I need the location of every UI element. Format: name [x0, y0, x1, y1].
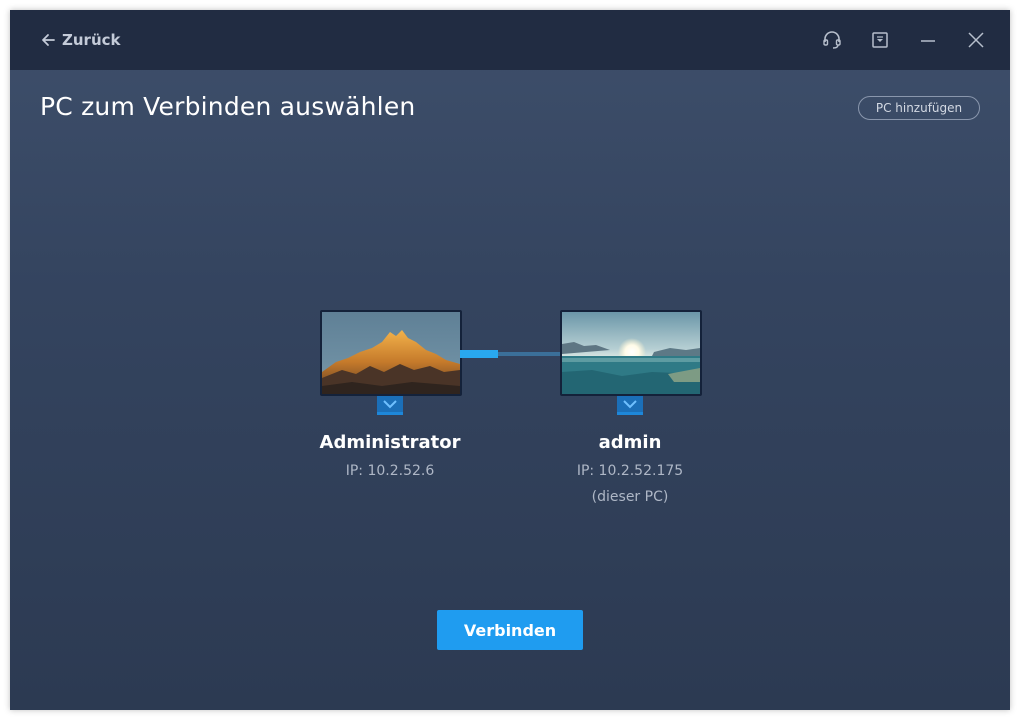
mountain-peak-image: [322, 312, 460, 394]
pc-name: Administrator: [319, 432, 461, 453]
monitor[interactable]: [320, 310, 462, 396]
back-label: Zurück: [62, 31, 121, 49]
download-icon: [868, 28, 892, 52]
close-button[interactable]: [964, 28, 988, 52]
back-button[interactable]: Zurück: [40, 29, 121, 51]
download-button[interactable]: [868, 28, 892, 52]
minimize-icon: [916, 28, 940, 52]
this-pc-note: (dieser PC): [591, 489, 669, 505]
connection-line-active: [460, 350, 498, 358]
app-window: Zurück PC zum Verbinden auswählen PC hin…: [10, 10, 1010, 710]
minimize-button[interactable]: [916, 28, 940, 52]
monitor-stand: [377, 396, 403, 416]
support-button[interactable]: [820, 28, 844, 52]
pc-card-administrator[interactable]: Administrator IP: 10.2.52.6: [290, 310, 490, 520]
title-bar: Zurück: [10, 10, 1010, 70]
headset-icon: [820, 28, 844, 52]
monitor-stand: [617, 396, 643, 416]
connect-button[interactable]: Verbinden: [437, 610, 583, 650]
page-title: PC zum Verbinden auswählen: [40, 92, 416, 121]
pc-ip: IP: 10.2.52.175: [576, 463, 684, 479]
pc-ip: IP: 10.2.52.6: [345, 463, 435, 479]
monitor[interactable]: [560, 310, 702, 396]
pc-name: admin: [598, 432, 662, 453]
add-pc-button[interactable]: PC hinzufügen: [858, 96, 980, 120]
arrow-left-icon: [40, 32, 56, 48]
lake-sunrise-image: [562, 312, 700, 394]
pc-card-admin[interactable]: admin IP: 10.2.52.175 (dieser PC): [530, 310, 730, 520]
close-icon: [964, 28, 988, 52]
